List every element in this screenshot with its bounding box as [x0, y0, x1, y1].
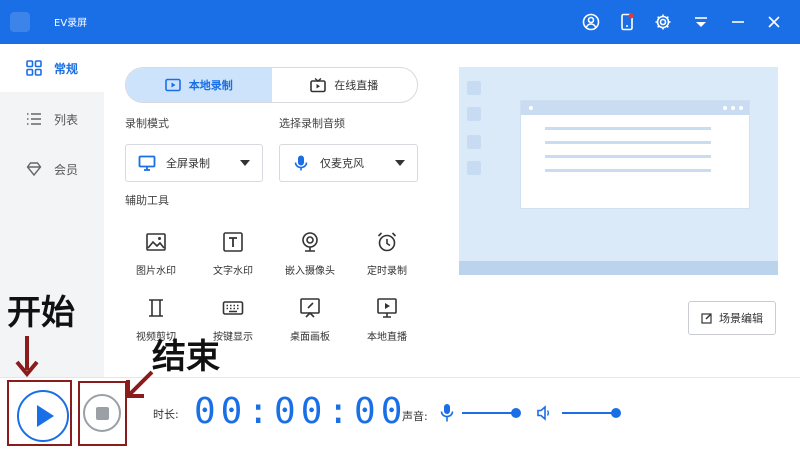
annotation-start-box [7, 380, 72, 446]
preview-taskbar [459, 261, 778, 275]
annotation-stop-box [78, 381, 127, 446]
text-icon [223, 232, 243, 252]
list-icon [27, 113, 41, 125]
tab-live-stream[interactable]: 在线直播 [272, 68, 418, 102]
duration-label: 时长: [153, 408, 179, 421]
sidebar-item-label: 常规 [54, 61, 79, 76]
sidebar-item-general[interactable]: 常规 [0, 44, 104, 92]
desktop-icon [467, 135, 481, 149]
speaker-volume-slider[interactable] [562, 408, 621, 418]
keyboard-icon [222, 301, 244, 315]
monitor-icon [138, 155, 156, 171]
tool-label: 嵌入摄像头 [285, 266, 335, 277]
volume-label: 声音: [402, 410, 428, 423]
board-icon [300, 298, 320, 318]
sidebar-item-label: 列表 [54, 112, 79, 127]
image-icon [146, 233, 166, 251]
tool-desktop-board[interactable]: 桌面画板 [275, 297, 345, 347]
tool-scheduled-record[interactable]: 定时录制 [352, 231, 422, 281]
annotation-arrow-diag-icon [126, 370, 154, 398]
dropdown-icon[interactable] [690, 11, 712, 33]
audio-value: 仅麦克风 [320, 157, 364, 170]
chevron-down-icon [395, 160, 405, 166]
record-mode-label: 录制模式 [125, 117, 169, 130]
slider-handle[interactable] [611, 408, 621, 418]
phone-icon[interactable] [616, 11, 638, 33]
tool-label: 定时录制 [367, 266, 407, 277]
record-mode-value: 全屏录制 [166, 157, 210, 170]
tool-text-watermark[interactable]: 文字水印 [198, 231, 268, 281]
preview-window [520, 100, 750, 209]
scene-edit-button[interactable]: 场景编辑 [688, 301, 776, 335]
record-timer: 00:00:00 [194, 391, 408, 432]
mic-volume-icon[interactable] [440, 403, 454, 423]
tool-label: 图片水印 [136, 266, 176, 277]
app-logo [10, 12, 30, 32]
edit-icon [701, 313, 712, 324]
title-bar: EV录屏 [0, 0, 800, 44]
annotation-arrow-down-icon [15, 336, 39, 378]
tool-label: 桌面画板 [290, 332, 330, 343]
tool-label: 本地直播 [367, 332, 407, 343]
speaker-icon[interactable] [536, 405, 552, 421]
alarm-icon [377, 232, 397, 252]
tab-label: 本地录制 [188, 79, 233, 92]
screen-preview [459, 67, 778, 275]
diamond-icon [26, 162, 42, 177]
app-title: EV录屏 [54, 18, 88, 29]
tools-label: 辅助工具 [125, 194, 169, 207]
tv-icon [310, 77, 327, 93]
audio-select[interactable]: 仅麦克风 [279, 144, 418, 182]
gear-icon[interactable] [652, 11, 674, 33]
mic-icon [294, 155, 308, 171]
user-icon[interactable] [580, 11, 602, 33]
tab-label: 在线直播 [334, 79, 379, 92]
webcam-icon [302, 232, 318, 252]
mic-volume-slider[interactable] [462, 408, 521, 418]
tool-label: 文字水印 [213, 266, 253, 277]
sidebar-item-label: 会员 [54, 162, 79, 177]
scene-edit-label: 场景编辑 [719, 312, 763, 325]
desktop-icon [467, 81, 481, 95]
local-record-icon [164, 78, 181, 92]
tool-webcam[interactable]: 嵌入摄像头 [275, 231, 345, 281]
audio-label: 选择录制音频 [279, 117, 345, 130]
minimize-icon[interactable] [727, 11, 749, 33]
annotation-start-label: 开始 [7, 293, 75, 333]
mode-tabs: 本地录制 在线直播 [125, 67, 418, 103]
slider-handle[interactable] [511, 408, 521, 418]
tab-local-record[interactable]: 本地录制 [126, 68, 272, 102]
close-icon[interactable] [763, 11, 785, 33]
record-mode-select[interactable]: 全屏录制 [125, 144, 263, 182]
cut-icon [149, 299, 163, 317]
chevron-down-icon [240, 160, 250, 166]
sidebar-item-list[interactable]: 列表 [0, 95, 104, 143]
desktop-icon [467, 161, 481, 175]
tool-local-live[interactable]: 本地直播 [352, 297, 422, 347]
grid-icon [26, 60, 42, 76]
desktop-icon [467, 107, 481, 121]
annotation-stop-label: 结束 [152, 337, 220, 377]
screen-play-icon [377, 298, 397, 318]
sidebar-item-membership[interactable]: 会员 [0, 145, 104, 193]
tool-image-watermark[interactable]: 图片水印 [121, 231, 191, 281]
